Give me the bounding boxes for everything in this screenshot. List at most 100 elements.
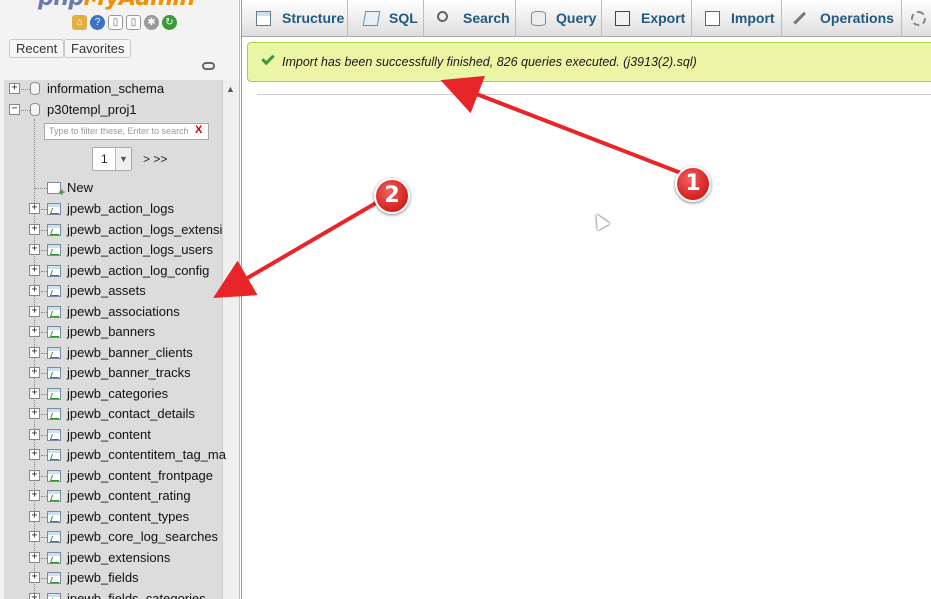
expand-icon[interactable]: + bbox=[29, 367, 40, 378]
docs-icon[interactable]: ▯ bbox=[108, 15, 123, 30]
table-label[interactable]: jpewb_content_frontpage bbox=[67, 468, 213, 483]
table-label[interactable]: jpewb_action_logs bbox=[67, 201, 174, 216]
tab-search[interactable]: Search bbox=[424, 0, 516, 37]
expand-icon[interactable]: + bbox=[29, 490, 40, 501]
expand-icon[interactable]: + bbox=[29, 223, 40, 235]
help-icon[interactable]: ? bbox=[90, 15, 105, 30]
table-label[interactable]: jpewb_assets bbox=[67, 283, 146, 298]
settings-icon[interactable]: ✱ bbox=[144, 15, 159, 30]
table-label[interactable]: jpewb_action_log_config bbox=[67, 263, 209, 278]
expand-icon[interactable]: + bbox=[29, 551, 40, 563]
table-row[interactable]: + jpewb_content_types bbox=[0, 508, 239, 527]
expand-icon[interactable]: + bbox=[29, 531, 40, 542]
table-label[interactable]: jpewb_content_types bbox=[67, 509, 189, 524]
tab-import[interactable]: Import bbox=[692, 0, 782, 37]
database-icon bbox=[30, 103, 40, 116]
table-label[interactable]: jpewb_fields bbox=[67, 570, 139, 585]
expand-icon[interactable]: + bbox=[29, 203, 40, 214]
table-label[interactable]: jpewb_action_logs_extensi bbox=[67, 222, 222, 237]
tab-query[interactable]: Query bbox=[516, 0, 602, 37]
table-label[interactable]: jpewb_categories bbox=[67, 386, 168, 401]
expand-icon[interactable]: + bbox=[29, 346, 40, 358]
table-row[interactable]: + jpewb_categories bbox=[0, 385, 239, 404]
table-row[interactable]: + jpewb_core_log_searches bbox=[0, 528, 239, 547]
tab-label: SQL bbox=[389, 10, 418, 26]
tab-export[interactable]: Export bbox=[602, 0, 692, 37]
expand-icon[interactable]: + bbox=[29, 469, 40, 481]
table-row[interactable]: + jpewb_content_frontpage bbox=[0, 467, 239, 486]
db-label[interactable]: information_schema bbox=[47, 81, 164, 96]
page-select[interactable]: 1 ▼ bbox=[92, 147, 132, 171]
table-icon bbox=[47, 264, 61, 277]
tab-structure[interactable]: Structure bbox=[242, 0, 348, 37]
db-row-p30templ-proj1[interactable]: − p30templ_proj1 bbox=[0, 101, 239, 120]
table-row[interactable]: + jpewb_banner_clients bbox=[0, 344, 239, 363]
tab-operations[interactable]: Operations bbox=[782, 0, 902, 37]
table-row[interactable]: + jpewb_action_logs bbox=[0, 200, 239, 219]
table-label[interactable]: jpewb_core_log_searches bbox=[67, 529, 218, 544]
table-label[interactable]: jpewb_fields_categories bbox=[67, 591, 206, 599]
clear-filter-icon[interactable]: X bbox=[195, 124, 202, 136]
table-icon bbox=[47, 387, 61, 400]
recent-tab[interactable]: Recent bbox=[9, 39, 65, 58]
table-label[interactable]: jpewb_banners bbox=[67, 324, 155, 339]
table-row[interactable]: + jpewb_contentitem_tag_ma bbox=[0, 446, 239, 465]
table-filter-input[interactable]: Type to filter these, Enter to search bbox=[44, 123, 209, 140]
table-label[interactable]: jpewb_associations bbox=[67, 304, 180, 319]
table-row[interactable]: + jpewb_banners bbox=[0, 323, 239, 342]
table-label[interactable]: jpewb_banner_tracks bbox=[67, 365, 191, 380]
table-row[interactable]: + jpewb_assets bbox=[0, 282, 239, 301]
tree-line bbox=[21, 110, 30, 111]
docs2-icon[interactable]: ▯ bbox=[126, 15, 141, 30]
tab-sql[interactable]: SQL bbox=[348, 0, 424, 37]
reload-icon[interactable]: ↻ bbox=[162, 15, 177, 30]
new-table-label[interactable]: New bbox=[67, 180, 93, 195]
table-row[interactable]: + jpewb_content_rating bbox=[0, 487, 239, 506]
expand-icon[interactable]: + bbox=[29, 510, 40, 522]
expand-icon[interactable]: + bbox=[9, 83, 20, 94]
expand-icon[interactable]: + bbox=[29, 572, 40, 583]
link-with-main-icon[interactable] bbox=[202, 62, 215, 70]
expand-icon[interactable]: + bbox=[29, 244, 40, 255]
table-label[interactable]: jpewb_contact_details bbox=[67, 406, 195, 421]
expand-icon[interactable]: + bbox=[29, 326, 40, 337]
table-icon bbox=[47, 305, 61, 318]
table-row[interactable]: + jpewb_extensions bbox=[0, 549, 239, 568]
expand-icon[interactable]: + bbox=[29, 408, 40, 419]
table-row[interactable]: + jpewb_associations bbox=[0, 303, 239, 322]
db-label[interactable]: p30templ_proj1 bbox=[47, 102, 137, 117]
table-label[interactable]: jpewb_contentitem_tag_ma bbox=[67, 447, 226, 462]
table-label[interactable]: jpewb_content_rating bbox=[67, 488, 191, 503]
expand-icon[interactable]: + bbox=[29, 264, 40, 276]
expand-icon[interactable]: + bbox=[29, 285, 40, 296]
db-row-information-schema[interactable]: + information_schema bbox=[0, 80, 239, 99]
next-page-link[interactable]: > >> bbox=[143, 152, 167, 166]
table-label[interactable]: jpewb_extensions bbox=[67, 550, 170, 565]
table-label[interactable]: jpewb_action_logs_users bbox=[67, 242, 213, 257]
table-row[interactable]: + jpewb_fields_categories bbox=[0, 590, 239, 599]
expand-icon[interactable]: + bbox=[29, 428, 40, 440]
expand-icon[interactable]: + bbox=[29, 449, 40, 460]
expand-icon[interactable]: + bbox=[29, 305, 40, 317]
export-icon bbox=[615, 11, 630, 26]
search-icon bbox=[437, 11, 448, 22]
table-row[interactable]: + jpewb_fields bbox=[0, 569, 239, 588]
expand-icon[interactable]: + bbox=[29, 592, 40, 599]
page-select-value: 1 bbox=[101, 152, 108, 166]
table-label[interactable]: jpewb_content bbox=[67, 427, 151, 442]
table-row[interactable]: + jpewb_contact_details bbox=[0, 405, 239, 424]
table-label[interactable]: jpewb_banner_clients bbox=[67, 345, 193, 360]
table-row[interactable]: + jpewb_action_logs_extensi bbox=[0, 221, 239, 240]
new-table-row[interactable]: New bbox=[0, 179, 239, 198]
collapse-icon[interactable]: − bbox=[9, 104, 20, 115]
table-row[interactable]: + jpewb_banner_tracks bbox=[0, 364, 239, 383]
favorites-tab[interactable]: Favorites bbox=[64, 39, 132, 58]
home-icon[interactable]: ⌂ bbox=[72, 15, 87, 30]
table-row[interactable]: + jpewb_content bbox=[0, 426, 239, 445]
table-row[interactable]: + jpewb_action_log_config bbox=[0, 262, 239, 281]
operations-icon bbox=[793, 11, 807, 26]
table-row[interactable]: + jpewb_action_logs_users bbox=[0, 241, 239, 260]
tab-more[interactable] bbox=[902, 0, 931, 37]
phpmyadmin-logo[interactable]: phpMyAdmin bbox=[38, 0, 195, 11]
expand-icon[interactable]: + bbox=[29, 387, 40, 399]
